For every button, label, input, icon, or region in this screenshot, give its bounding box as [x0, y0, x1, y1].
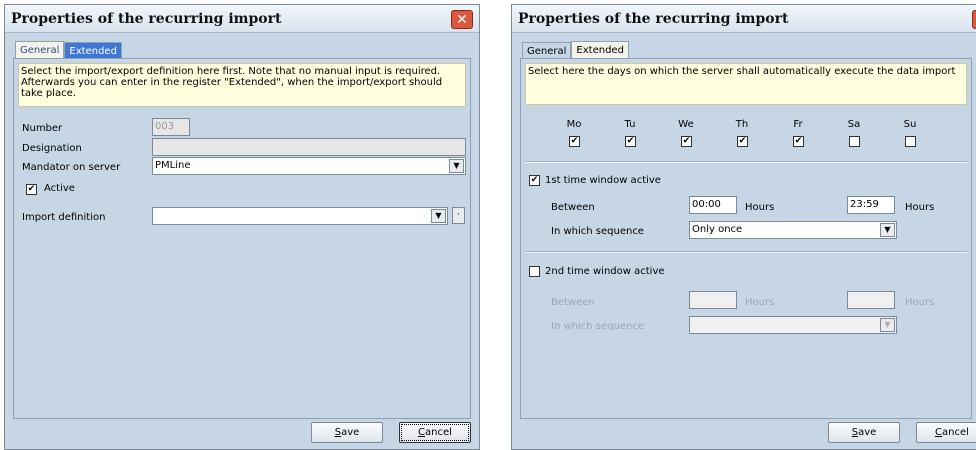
- tab-extended[interactable]: Extended: [64, 42, 122, 59]
- day-checkbox-sa[interactable]: [849, 136, 860, 147]
- title-bar: Properties of the recurring import: [512, 5, 976, 33]
- tab-general[interactable]: General: [522, 42, 572, 59]
- window2-label: 2nd time window active: [545, 266, 665, 277]
- cancel-button[interactable]: Cancel: [916, 422, 976, 443]
- window2-checkbox[interactable]: [529, 266, 540, 277]
- number-field: 003: [152, 118, 190, 136]
- save-button[interactable]: Save: [311, 422, 383, 443]
- window1-hours1-label: Hours: [745, 202, 775, 213]
- day-label-su: Su: [903, 119, 917, 130]
- info-text: Select here the days on which the server…: [525, 63, 967, 105]
- window1-from-input[interactable]: 00:00: [689, 196, 737, 214]
- day-label-tu: Tu: [624, 119, 636, 130]
- window2-to-input[interactable]: [847, 291, 895, 309]
- mandator-select[interactable]: PMLine ▼: [152, 157, 466, 175]
- window2-between-label: Between: [551, 297, 595, 308]
- save-button[interactable]: Save: [828, 422, 900, 443]
- dialog-title: Properties of the recurring import: [11, 10, 282, 27]
- number-label: Number: [22, 123, 63, 134]
- day-label-mo: Mo: [566, 119, 582, 130]
- close-button[interactable]: ✕: [451, 10, 473, 29]
- active-checkbox[interactable]: ✔: [26, 184, 37, 195]
- import-definition-label: Import definition: [22, 212, 106, 223]
- tab-extended[interactable]: Extended: [571, 41, 629, 58]
- divider: [525, 161, 967, 163]
- chevron-down-icon[interactable]: ▼: [880, 318, 895, 332]
- window1-sequence-label: In which sequence: [551, 226, 644, 237]
- divider: [525, 251, 967, 253]
- window1-sequence-value: Only once: [692, 224, 743, 235]
- mandator-label: Mandator on server: [22, 162, 121, 173]
- window2-hours1-label: Hours: [745, 297, 775, 308]
- day-checkbox-th[interactable]: ✔: [737, 136, 748, 147]
- day-label-th: Th: [735, 119, 749, 130]
- close-button[interactable]: ✕: [972, 10, 976, 29]
- window1-sequence-select[interactable]: Only once ▼: [689, 221, 897, 239]
- mandator-value: PMLine: [155, 160, 191, 171]
- day-checkbox-mo[interactable]: ✔: [569, 136, 580, 147]
- info-text: Select the import/export definition here…: [18, 63, 466, 107]
- tab-panel-extended: Select here the days on which the server…: [520, 58, 972, 419]
- chevron-down-icon[interactable]: ▼: [449, 159, 464, 173]
- tab-bar: General Extended: [522, 41, 629, 59]
- day-checkbox-su[interactable]: [905, 136, 916, 147]
- window1-between-label: Between: [551, 202, 595, 213]
- title-bar: Properties of the recurring import: [5, 5, 479, 33]
- tab-general[interactable]: General: [15, 41, 65, 58]
- day-label-we: We: [678, 119, 694, 130]
- properties-dialog-extended: Properties of the recurring import ✕ Gen…: [511, 4, 976, 450]
- import-definition-select[interactable]: ▼: [152, 207, 448, 225]
- window1-checkbox[interactable]: ✔: [529, 175, 540, 186]
- window2-hours2-label: Hours: [905, 297, 935, 308]
- designation-label: Designation: [22, 143, 82, 154]
- import-definition-more-button[interactable]: ·: [452, 207, 465, 224]
- chevron-down-icon[interactable]: ▼: [431, 209, 446, 223]
- window2-sequence-label: In which sequence: [551, 321, 644, 332]
- tab-panel-general: Select the import/export definition here…: [13, 58, 471, 419]
- active-label: Active: [44, 183, 75, 194]
- window1-to-input[interactable]: 23:59: [847, 196, 895, 214]
- window2-from-input[interactable]: [689, 291, 737, 309]
- day-checkbox-tu[interactable]: ✔: [625, 136, 636, 147]
- window1-hours2-label: Hours: [905, 202, 935, 213]
- window1-label: 1st time window active: [545, 175, 661, 186]
- tab-bar: General Extended: [15, 41, 122, 59]
- properties-dialog-general: Properties of the recurring import ✕ Gen…: [4, 4, 480, 450]
- designation-field[interactable]: [152, 138, 466, 156]
- day-checkbox-fr[interactable]: ✔: [793, 136, 804, 147]
- day-checkbox-we[interactable]: ✔: [681, 136, 692, 147]
- day-label-sa: Sa: [847, 119, 861, 130]
- cancel-button[interactable]: Cancel: [399, 422, 471, 443]
- chevron-down-icon[interactable]: ▼: [880, 223, 895, 237]
- window2-sequence-select[interactable]: ▼: [689, 316, 897, 334]
- day-label-fr: Fr: [793, 119, 803, 130]
- dialog-title: Properties of the recurring import: [518, 10, 789, 27]
